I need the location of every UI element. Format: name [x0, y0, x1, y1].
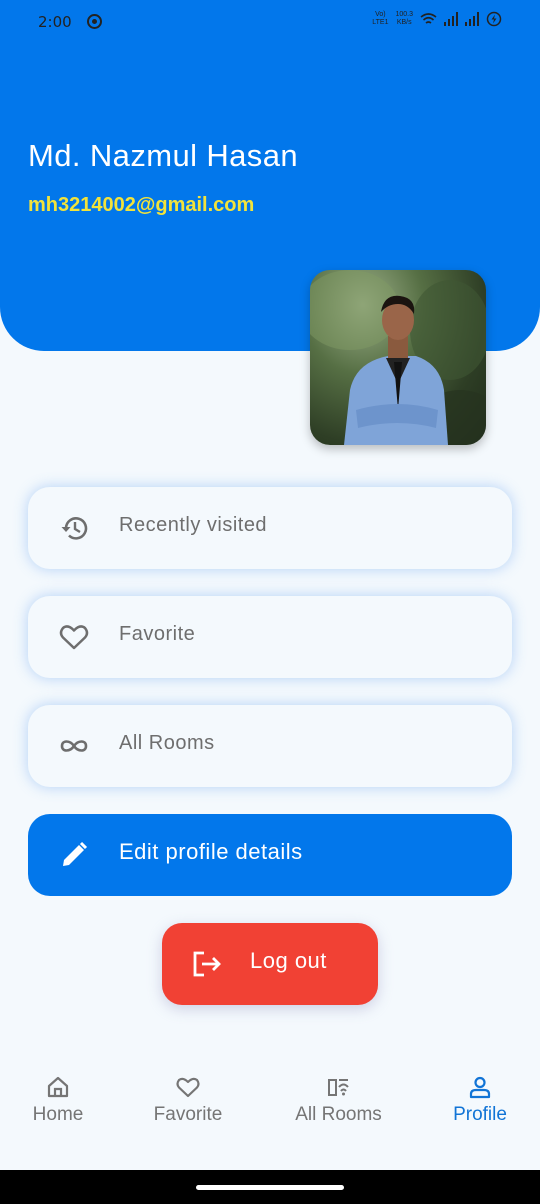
recently-visited-label: Recently visited — [119, 514, 268, 536]
all-rooms-button[interactable]: All Rooms — [28, 705, 512, 787]
nav-profile-label: Profile — [453, 1104, 507, 1125]
nav-profile[interactable]: Profile — [448, 1074, 512, 1126]
heart-icon — [59, 625, 89, 650]
signal-icon — [444, 12, 458, 26]
pencil-icon — [63, 841, 88, 866]
logout-label: Log out — [250, 948, 327, 973]
edit-profile-button[interactable]: Edit profile details — [28, 814, 512, 896]
home-gesture-bar[interactable] — [196, 1185, 344, 1190]
nav-home-label: Home — [32, 1104, 84, 1125]
recently-visited-button[interactable]: Recently visited — [28, 487, 512, 569]
history-icon — [61, 517, 88, 540]
user-name: Md. Nazmul Hasan — [28, 138, 298, 173]
nav-home[interactable]: Home — [28, 1074, 88, 1126]
nav-all-rooms-label: All Rooms — [295, 1104, 382, 1125]
favorite-button[interactable]: Favorite — [28, 596, 512, 678]
user-email: mh3214002@gmail.com — [28, 194, 255, 216]
nav-favorite-label: Favorite — [153, 1104, 223, 1125]
nav-favorite[interactable]: Favorite — [147, 1074, 229, 1126]
person-icon — [469, 1076, 491, 1099]
speed-unit: KB/s — [396, 19, 412, 26]
home-icon — [47, 1076, 69, 1098]
all-rooms-label: All Rooms — [119, 732, 215, 754]
nav-all-rooms[interactable]: All Rooms — [288, 1074, 389, 1126]
avatar-photo — [310, 270, 486, 445]
notification-icon — [87, 14, 102, 29]
speed-value: 100.3 — [395, 11, 413, 18]
volte-indicator: Vo) LTE1 — [372, 11, 388, 27]
battery-charging-icon — [486, 11, 502, 27]
network-speed: 100.3 KB/s — [395, 11, 413, 27]
status-indicators: Vo) LTE1 100.3 KB/s — [372, 11, 502, 27]
logout-icon — [193, 951, 221, 977]
status-time: 2:00 — [38, 13, 72, 31]
wifi-icon — [420, 13, 437, 24]
lte-label: LTE1 — [372, 19, 389, 26]
bottom-nav: Home Favorite All Rooms Profile — [0, 1060, 540, 1170]
favorite-label: Favorite — [119, 623, 196, 645]
volte-label: Vo) — [375, 11, 386, 18]
infinity-icon — [60, 740, 88, 752]
rooms-icon — [327, 1079, 349, 1096]
avatar[interactable] — [310, 270, 486, 445]
gesture-area — [0, 1170, 540, 1204]
signal-icon-2 — [465, 12, 479, 26]
edit-profile-label: Edit profile details — [119, 839, 303, 864]
status-bar: 2:00 Vo) LTE1 100.3 KB/s — [0, 0, 540, 44]
logout-button[interactable]: Log out — [162, 923, 378, 1005]
heart-icon — [176, 1077, 200, 1098]
